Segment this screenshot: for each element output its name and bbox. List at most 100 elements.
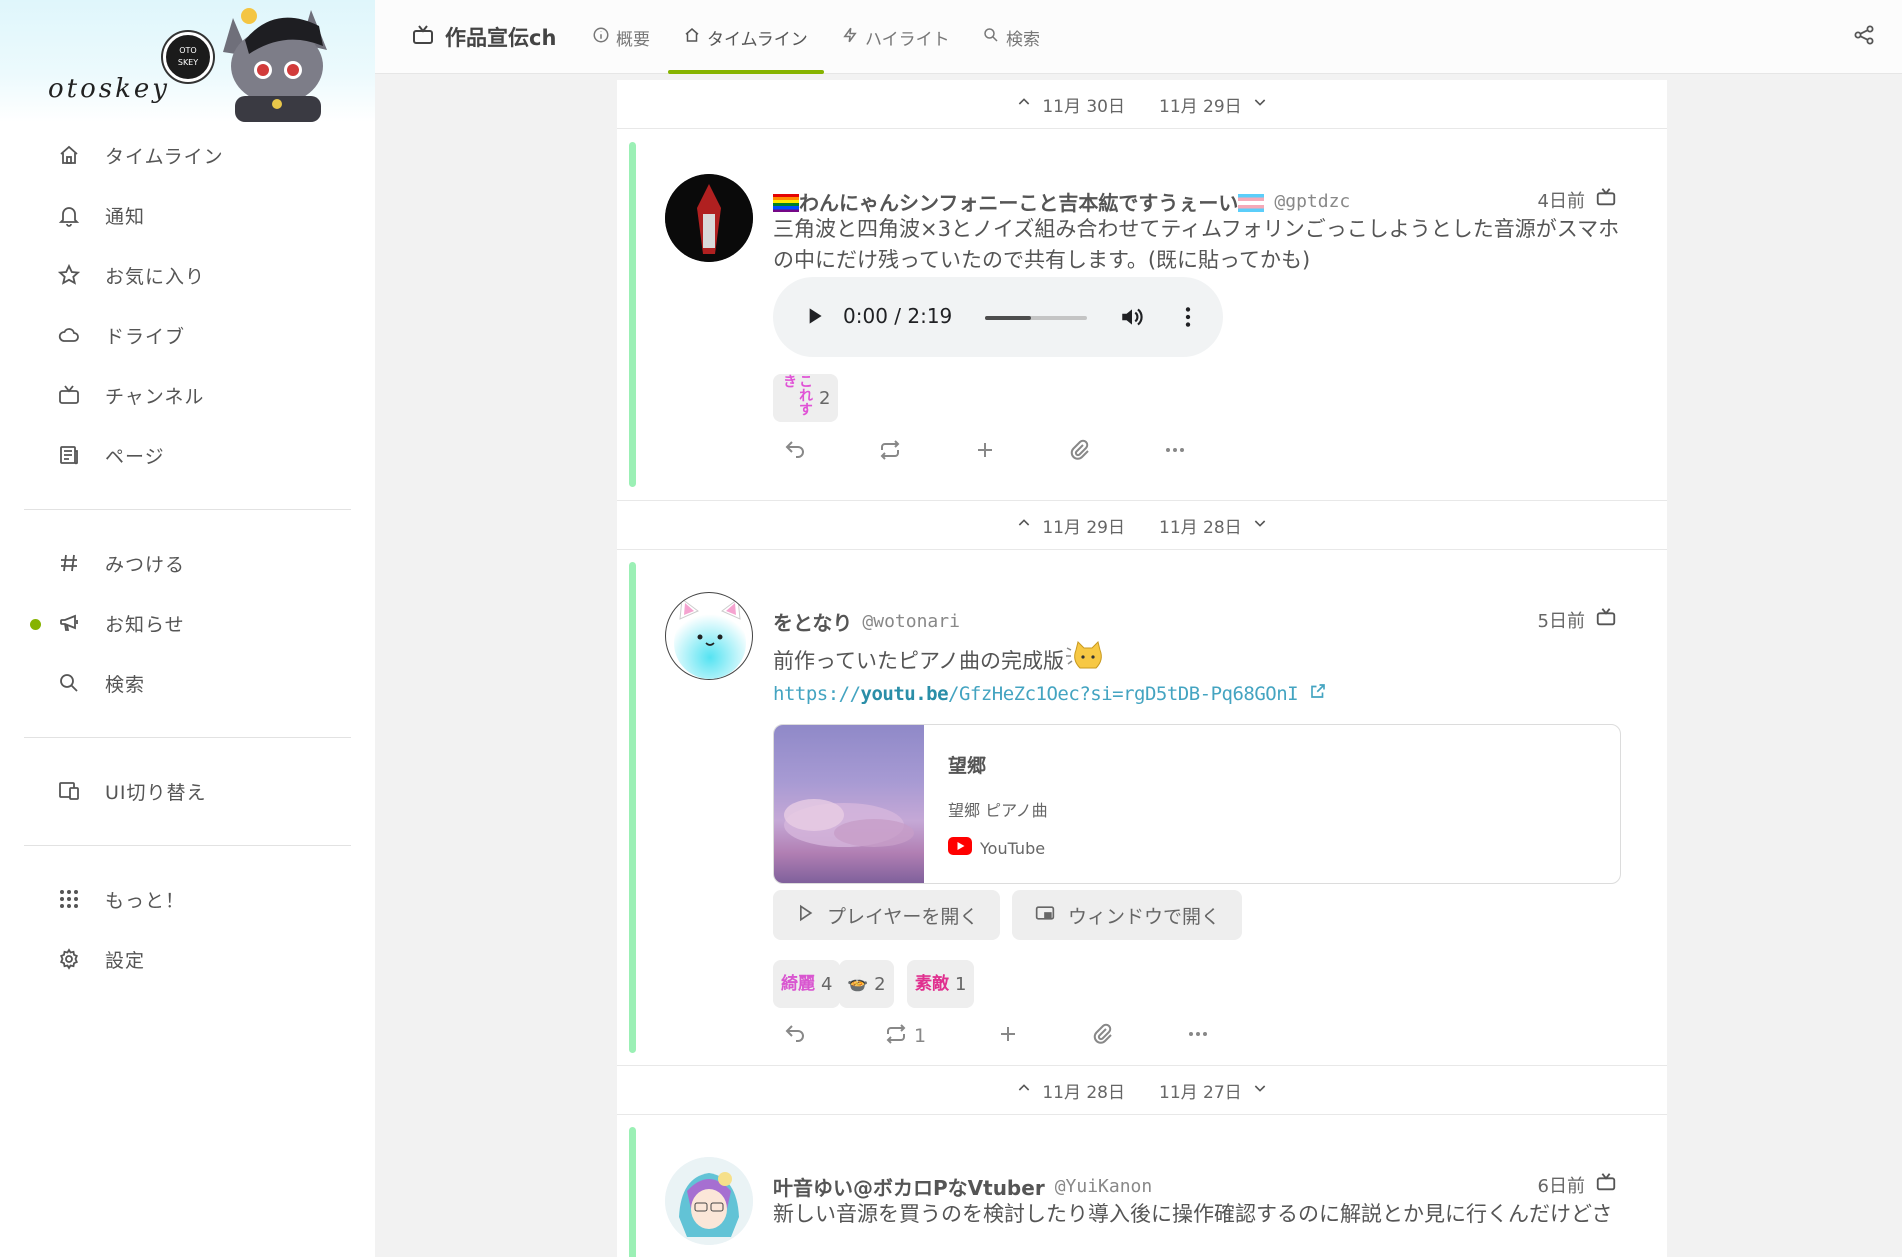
avatar[interactable] — [665, 1157, 753, 1245]
tab-label: ハイライト — [865, 29, 950, 50]
add-reaction-button[interactable] — [988, 1016, 1028, 1056]
note-item[interactable]: 叶音ゆい@ボカロPなVtuber @YuiKanon 6日前 新しい音源を買うの… — [617, 1127, 1667, 1257]
reaction-button[interactable]: これすき 2 — [773, 374, 839, 422]
sidebar-item-pages[interactable]: ページ — [0, 428, 375, 480]
chevron-down-icon — [1252, 1080, 1268, 1101]
sidebar-item-announcements[interactable]: お知らせ — [0, 596, 375, 648]
clip-button[interactable] — [1083, 1016, 1123, 1056]
username[interactable]: @wotonari — [862, 611, 960, 632]
sidebar-item-label: みつける — [105, 554, 186, 576]
display-name[interactable]: わんにゃんシンフォニーこと吉本紘ですうぇーい — [773, 187, 1265, 216]
more-button[interactable] — [1155, 432, 1195, 472]
page-title: 作品宣伝ch — [411, 20, 556, 54]
note-item[interactable]: をとなり @wotonari 5日前 前作っていたピアノ曲の完成版 https:… — [617, 562, 1667, 1132]
url-preview-description: 望郷 ピアノ曲 — [948, 801, 1048, 820]
renote-button[interactable]: 1 — [870, 1016, 940, 1056]
tv-icon — [56, 382, 82, 408]
date-prev: 11月 29日 — [1042, 517, 1125, 538]
more-button[interactable] — [1178, 1016, 1218, 1056]
mascot-cat-image — [223, 8, 327, 122]
trans-flag-icon — [1238, 193, 1265, 212]
sidebar-item-settings[interactable]: 設定 — [0, 932, 375, 984]
tab-overview[interactable]: 概要 — [592, 22, 650, 52]
tab-label: 概要 — [616, 29, 650, 50]
date-separator: 11月 30日 11月 29日 — [617, 80, 1667, 129]
tab-timeline[interactable]: タイムライン — [683, 22, 808, 52]
tab-label: タイムライン — [707, 29, 808, 50]
reaction-button[interactable]: 綺麗 4 — [773, 960, 841, 1008]
note-timestamp[interactable]: 5日前 — [1538, 606, 1617, 633]
sidebar-item-notifications[interactable]: 通知 — [0, 188, 375, 240]
note-time-text: 6日前 — [1537, 1175, 1585, 1197]
display-name[interactable]: 叶音ゆい@ボカロPなVtuber — [773, 1172, 1045, 1201]
sidebar-item-switch-ui[interactable]: UI切り替え — [0, 764, 375, 816]
note-header: 叶音ゆい@ボカロPなVtuber @YuiKanon — [773, 1171, 1152, 1201]
open-player-button[interactable]: プレイヤーを開く — [773, 890, 1001, 940]
share-button[interactable] — [1849, 22, 1879, 52]
note-timestamp[interactable]: 6日前 — [1538, 1171, 1617, 1198]
clip-button[interactable] — [1060, 432, 1100, 472]
more-vertical-icon[interactable] — [1175, 304, 1201, 334]
display-name[interactable]: をとなり — [773, 607, 852, 636]
add-reaction-button[interactable] — [965, 432, 1005, 472]
tab-highlight[interactable]: ハイライト — [841, 22, 950, 52]
sidebar-item-label: 検索 — [105, 674, 146, 696]
avatar[interactable] — [665, 592, 753, 680]
date-next: 11月 27日 — [1159, 1082, 1242, 1103]
reaction-button[interactable]: 🍲 2 — [839, 960, 894, 1008]
volume-icon[interactable] — [1119, 304, 1145, 334]
renote-button[interactable] — [870, 432, 910, 472]
sidebar-item-timeline[interactable]: タイムライン — [0, 128, 375, 180]
paperclip-icon — [1068, 438, 1092, 467]
reaction-count: 4 — [821, 973, 833, 995]
sidebar: OTO SKEY otoskey タイムライン 通知 お気に入り ドライブ チャ… — [0, 0, 375, 1257]
url-preview-card[interactable]: 望郷 望郷 ピアノ曲 YouTube — [773, 724, 1621, 884]
username[interactable]: @gptdzc — [1274, 191, 1350, 212]
play-icon[interactable] — [801, 303, 827, 333]
info-icon — [592, 26, 610, 49]
reaction-count: 2 — [819, 387, 831, 409]
note-timestamp[interactable]: 4日前 — [1538, 186, 1617, 213]
url-link[interactable]: https://youtu.be/GfzHeZc1Oec?si=rgD5tDB-… — [773, 682, 1327, 705]
reply-icon — [783, 438, 807, 467]
tab-search[interactable]: 検索 — [982, 22, 1040, 52]
reaction-emoji: 🍲 — [847, 974, 869, 994]
url-preview-thumbnail — [774, 725, 924, 883]
reply-button[interactable] — [775, 1016, 815, 1056]
reply-button[interactable] — [775, 432, 815, 472]
active-tab-indicator — [668, 70, 824, 74]
instance-logo-badge: OTO SKEY — [163, 32, 213, 82]
audio-progress-fill — [985, 316, 1031, 320]
gear-icon — [56, 946, 82, 972]
audio-progress-slider[interactable] — [985, 316, 1087, 320]
audio-time: 0:00 / 2:19 — [843, 304, 953, 328]
note-time-text: 5日前 — [1537, 610, 1585, 632]
instance-banner[interactable]: OTO SKEY otoskey — [0, 0, 375, 122]
sidebar-item-explore[interactable]: みつける — [0, 536, 375, 588]
sidebar-item-drive[interactable]: ドライブ — [0, 308, 375, 360]
sidebar-item-channels[interactable]: チャンネル — [0, 368, 375, 420]
username[interactable]: @YuiKanon — [1055, 1176, 1153, 1197]
audio-player[interactable]: 0:00 / 2:19 — [773, 277, 1223, 357]
plus-icon — [996, 1022, 1020, 1051]
tv-icon — [411, 23, 435, 51]
note-header: をとなり @wotonari — [773, 606, 960, 636]
instance-name: otoskey — [48, 74, 170, 104]
sidebar-item-more[interactable]: もっと！ — [0, 872, 375, 924]
sidebar-item-search[interactable]: 検索 — [0, 656, 375, 708]
rainbow-flag-icon — [773, 193, 799, 212]
avatar[interactable] — [665, 174, 753, 262]
sidebar-item-favorites[interactable]: お気に入り — [0, 248, 375, 300]
channel-title-text: 作品宣伝ch — [445, 26, 557, 50]
logo-text-top: OTO — [179, 46, 197, 55]
sidebar-item-label: 通知 — [105, 206, 146, 228]
channel-color-bar — [629, 142, 636, 487]
sidebar-item-label: もっと！ — [105, 890, 186, 912]
channel-color-bar — [629, 562, 636, 1053]
note-item[interactable]: わんにゃんシンフォニーこと吉本紘ですうぇーい @gptdzc 4日前 三角波と四… — [617, 142, 1667, 494]
reaction-button[interactable]: 素敵 1 — [907, 960, 975, 1008]
star-icon — [56, 262, 82, 288]
open-window-button[interactable]: ウィンドウで開く — [1012, 890, 1243, 940]
more-horizontal-icon — [1163, 438, 1187, 467]
page-icon — [56, 442, 82, 468]
